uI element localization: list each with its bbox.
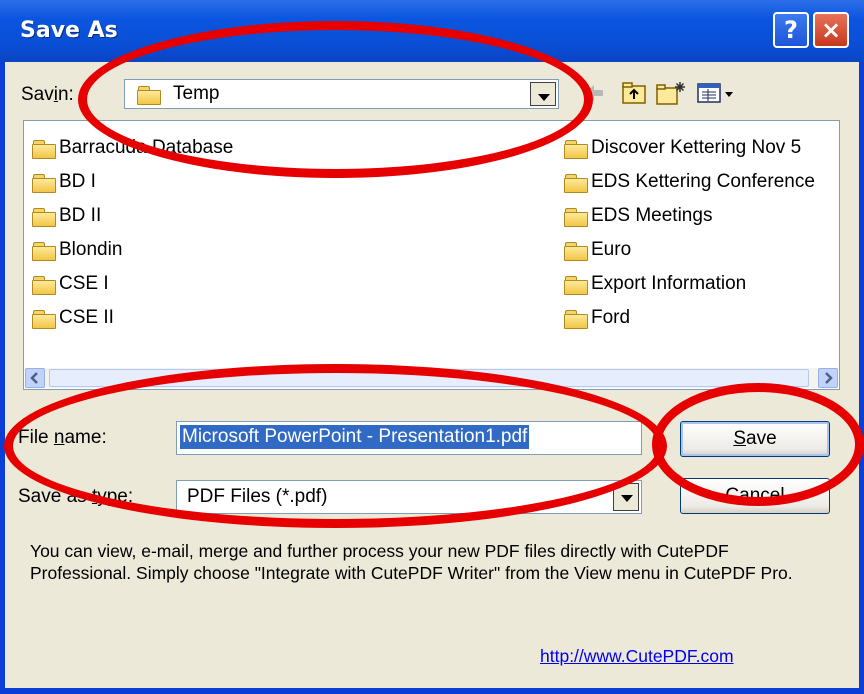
horizontal-scrollbar[interactable] (25, 368, 838, 388)
folder-icon (564, 173, 588, 193)
folder-name: CSE I (59, 273, 109, 294)
up-folder-icon[interactable] (620, 80, 648, 106)
new-folder-icon[interactable] (655, 80, 687, 106)
scrollbar-thumb[interactable] (49, 369, 809, 387)
folder-item[interactable]: EDS Meetings (564, 205, 712, 227)
save-in-label: Savin: (21, 84, 74, 105)
save-in-dropdown[interactable]: Temp (124, 79, 559, 109)
dialog-title: Save As (20, 18, 118, 43)
folder-item[interactable]: CSE II (32, 307, 114, 329)
file-name-value: Microsoft PowerPoint - Presentation1.pdf (180, 425, 530, 449)
folder-name: Barracuda Database (59, 137, 234, 158)
folder-icon (564, 241, 588, 261)
save-as-type-value: PDF Files (*.pdf) (187, 486, 328, 507)
folder-name: BD II (59, 205, 102, 226)
chevron-right-icon (825, 372, 833, 384)
folder-icon (564, 309, 588, 329)
folder-name: Export Information (591, 273, 747, 294)
save-as-type-dropdown[interactable]: PDF Files (*.pdf) (176, 480, 642, 514)
folder-icon (32, 207, 56, 227)
save-as-type-label: Save as type: (18, 486, 134, 507)
folder-icon (564, 139, 588, 159)
folder-name: Ford (591, 307, 631, 328)
folder-icon (32, 275, 56, 295)
info-text: You can view, e-mail, merge and further … (30, 541, 793, 583)
file-name-input[interactable]: Microsoft PowerPoint - Presentation1.pdf (176, 421, 642, 455)
chevron-down-icon[interactable] (613, 483, 639, 511)
save-button[interactable]: Save (680, 421, 830, 457)
folder-icon (32, 173, 56, 193)
folder-item[interactable]: Blondin (32, 239, 122, 261)
chevron-left-icon (30, 372, 38, 384)
folder-item[interactable]: Ford (564, 307, 630, 329)
scroll-left-button[interactable] (25, 368, 45, 388)
folder-item[interactable]: BD I (32, 171, 96, 193)
folder-icon (32, 309, 56, 329)
chevron-down-icon[interactable] (530, 82, 556, 106)
folder-icon (32, 139, 56, 159)
folder-item[interactable]: EDS Kettering Conference (564, 171, 815, 193)
folder-item[interactable]: Export Information (564, 273, 746, 295)
folder-name: BD I (59, 171, 96, 192)
folder-name: Blondin (59, 239, 123, 260)
cancel-button[interactable]: Cancel (680, 478, 830, 514)
title-bar[interactable]: Save As ? × (0, 0, 864, 62)
folder-item[interactable]: CSE I (32, 273, 109, 295)
folder-name: CSE II (59, 307, 114, 328)
file-list[interactable]: Barracuda Database BD I BD II Blondin CS… (23, 120, 840, 390)
view-menu-icon[interactable] (696, 80, 736, 106)
folder-name: EDS Kettering Conference (591, 171, 815, 192)
folder-icon (137, 85, 161, 105)
cutepdf-link[interactable]: http://www.CutePDF.com (540, 646, 734, 667)
back-arrow-icon[interactable] (582, 80, 606, 106)
close-button[interactable]: × (813, 12, 849, 48)
file-name-label: File name: (18, 427, 107, 448)
folder-icon (564, 275, 588, 295)
folder-item[interactable]: BD II (32, 205, 101, 227)
folder-name: EDS Meetings (591, 205, 713, 226)
folder-item[interactable]: Barracuda Database (32, 137, 233, 159)
folder-icon (564, 207, 588, 227)
folder-item[interactable]: Euro (564, 239, 631, 261)
folder-item[interactable]: Discover Kettering Nov 5 (564, 137, 801, 159)
save-in-value: Temp (173, 83, 220, 104)
folder-name: Euro (591, 239, 632, 260)
scroll-right-button[interactable] (818, 368, 838, 388)
folder-name: Discover Kettering Nov 5 (591, 137, 802, 158)
help-button[interactable]: ? (773, 12, 809, 48)
folder-icon (32, 241, 56, 261)
